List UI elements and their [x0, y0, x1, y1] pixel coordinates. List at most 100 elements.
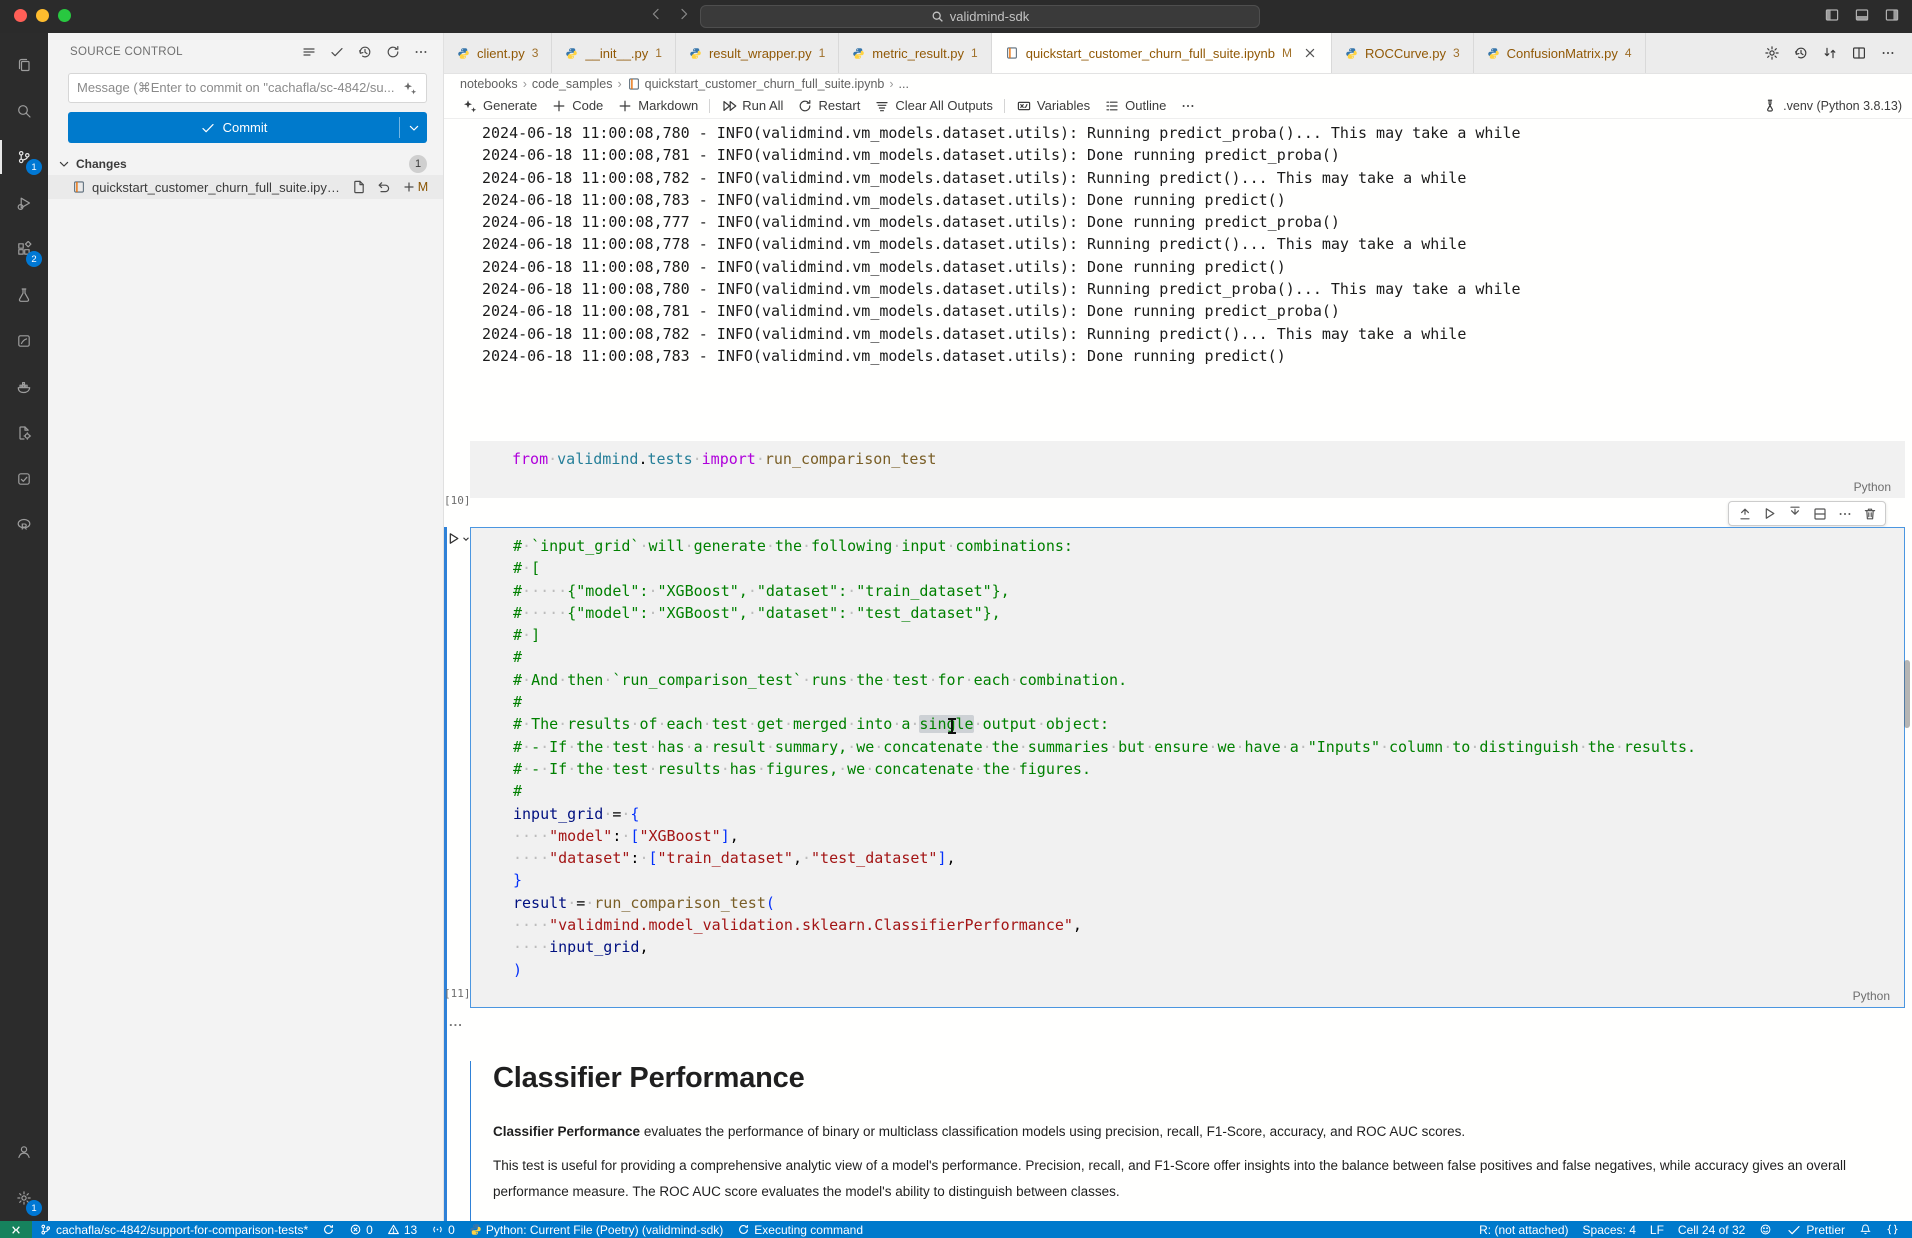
breadcrumb-item[interactable]: ...	[899, 77, 909, 91]
tab-metric_result.py[interactable]: metric_result.py1	[839, 33, 991, 73]
toolbar-code[interactable]: Code	[544, 98, 610, 114]
activity-files-icon[interactable]	[0, 42, 48, 88]
cell-language-label[interactable]: Python	[1854, 480, 1891, 494]
cell-language-label[interactable]: Python	[1853, 989, 1890, 1003]
status-check-icon[interactable]: Prettier	[1779, 1221, 1852, 1238]
run-below-icon[interactable]	[1784, 503, 1805, 524]
collapsed-range-indicator[interactable]: ...	[449, 1014, 463, 1029]
status-broadcast-icon[interactable]: 0	[424, 1221, 462, 1238]
status-r-not-attached-[interactable]: R: (not attached)	[1472, 1221, 1575, 1238]
toolbar-restart[interactable]: Restart	[790, 98, 867, 114]
panel-bottom-icon[interactable]	[1854, 7, 1870, 23]
status-spaces-4[interactable]: Spaces: 4	[1576, 1221, 1643, 1238]
panel-right-icon[interactable]	[1884, 7, 1900, 23]
toolbar-variables[interactable]: Variables	[1009, 98, 1097, 114]
commit-message-input[interactable]: Message (⌘Enter to commit on "cachafla/s…	[68, 73, 427, 103]
check-icon[interactable]	[329, 44, 345, 60]
toolbar-markdown[interactable]: Markdown	[610, 98, 705, 114]
more-icon[interactable]	[1880, 45, 1896, 61]
status-smiley-icon[interactable]	[1752, 1221, 1779, 1238]
log-line: 2024-06-18 11:00:08,780 - INFO(validmind…	[482, 122, 1521, 144]
commit-dropdown-button[interactable]	[400, 112, 427, 143]
breadcrumb-item[interactable]: quickstart_customer_churn_full_suite.ipy…	[627, 77, 885, 91]
toolbar-more[interactable]	[1173, 98, 1203, 114]
generate-commit-message-icon[interactable]	[402, 80, 418, 96]
discard-changes-icon[interactable]	[376, 179, 392, 195]
activity-extension-box-icon[interactable]	[0, 456, 48, 502]
maximize-window-button[interactable]	[58, 9, 71, 22]
file-gear-icon	[16, 425, 32, 441]
breadcrumb-item[interactable]: notebooks	[460, 77, 518, 91]
tab-quickstart_customer_churn_full_suite.ipynb[interactable]: quickstart_customer_churn_full_suite.ipy…	[992, 33, 1332, 73]
activity-file-gear-icon[interactable]	[0, 410, 48, 456]
tab-ROCCurve.py[interactable]: ROCCurve.py3	[1332, 33, 1474, 73]
toolbar-clear-all-outputs[interactable]: Clear All Outputs	[867, 98, 1000, 114]
toolbar-generate[interactable]: Generate	[455, 98, 544, 114]
status-error-icon[interactable]: 0	[342, 1221, 380, 1238]
command-center-search[interactable]: validmind-sdk	[700, 5, 1260, 28]
log-line: 2024-06-18 11:00:08,782 - INFO(validmind…	[482, 323, 1521, 345]
status-cell-24-of-32[interactable]: Cell 24 of 32	[1671, 1221, 1752, 1238]
more-icon[interactable]	[1834, 503, 1855, 524]
stage-changes-icon[interactable]	[401, 179, 417, 195]
markdown-cell[interactable]: Classifier Performance Classifier Perfor…	[470, 1061, 1905, 1221]
commit-button[interactable]: Commit	[68, 112, 427, 143]
breadcrumb-item[interactable]: code_samples	[532, 77, 613, 91]
panel-left-icon[interactable]	[1824, 7, 1840, 23]
run-above-icon[interactable]	[1734, 503, 1755, 524]
history-back-button[interactable]	[648, 6, 664, 22]
compare-icon[interactable]	[1822, 45, 1838, 61]
activity-test-beaker-icon[interactable]	[0, 272, 48, 318]
history-icon[interactable]	[357, 44, 373, 60]
run-cell-icon[interactable]	[1759, 503, 1780, 524]
tab-badge: 1	[655, 46, 662, 60]
status-python-icon[interactable]: Python: Current File (Poetry) (validmind…	[462, 1221, 730, 1238]
code-cell-10[interactable]: from·validmind.tests·import·run_comparis…	[470, 441, 1905, 498]
settings-gear-icon[interactable]	[1764, 45, 1780, 61]
split-editor-icon[interactable]	[1851, 45, 1867, 61]
activity-search-icon[interactable]	[0, 88, 48, 134]
tab-client.py[interactable]: client.py3	[444, 33, 552, 73]
status-warning-icon[interactable]: 13	[380, 1221, 424, 1238]
split-cell-icon[interactable]	[1809, 503, 1830, 524]
status-bell-icon[interactable]	[1852, 1221, 1879, 1238]
history-forward-button[interactable]	[676, 6, 692, 22]
open-file-icon[interactable]	[351, 179, 367, 195]
activity-source-control-icon[interactable]: 1	[0, 134, 48, 180]
editor-scrollbar[interactable]	[1904, 660, 1910, 728]
run-cell-button[interactable]	[446, 531, 471, 546]
status-remote-icon[interactable]	[0, 1221, 32, 1238]
delete-icon[interactable]	[1859, 503, 1880, 524]
plus-icon	[551, 98, 567, 114]
tab-result_wrapper.py[interactable]: result_wrapper.py1	[676, 33, 839, 73]
tab-__init__.py[interactable]: __init__.py1	[552, 33, 676, 73]
status-sync-icon[interactable]	[315, 1221, 342, 1238]
code-cell-11[interactable]: #·`input_grid`·will·generate·the·followi…	[470, 527, 1905, 1008]
history-icon[interactable]	[1793, 45, 1809, 61]
activity-notebook-box-icon[interactable]	[0, 318, 48, 364]
status-lf[interactable]: LF	[1643, 1221, 1671, 1238]
activity-account-icon[interactable]	[0, 1129, 48, 1175]
status-branch-icon[interactable]: cachafla/sc-4842/support-for-comparison-…	[32, 1221, 315, 1238]
activity-settings-gear-icon[interactable]: 1	[0, 1175, 48, 1221]
status-sync-spin-icon[interactable]: Executing command	[730, 1221, 870, 1238]
tab-ConfusionMatrix.py[interactable]: ConfusionMatrix.py4	[1474, 33, 1646, 73]
toolbar-run-all[interactable]: Run All	[714, 98, 790, 114]
view-list-icon[interactable]	[301, 44, 317, 60]
activity-run-debug-icon[interactable]	[0, 180, 48, 226]
toolbar-outline[interactable]: Outline	[1097, 98, 1173, 114]
log-line: 2024-06-18 11:00:08,781 - INFO(validmind…	[482, 144, 1521, 166]
changes-section-header[interactable]: Changes 1	[48, 152, 443, 175]
activity-extensions-icon[interactable]: 2	[0, 226, 48, 272]
activity-r-language-icon[interactable]: R	[0, 502, 48, 548]
refresh-icon[interactable]	[385, 44, 401, 60]
changed-file-row[interactable]: quickstart_customer_churn_full_suite.ipy…	[48, 175, 443, 199]
status-braces-icon[interactable]	[1879, 1221, 1906, 1238]
tab-bar-actions	[1764, 33, 1912, 73]
close-icon[interactable]	[1302, 45, 1318, 61]
activity-docker-icon[interactable]	[0, 364, 48, 410]
kernel-picker[interactable]: .venv (Python 3.8.13)	[1762, 98, 1912, 114]
more-icon[interactable]	[413, 44, 429, 60]
close-window-button[interactable]	[14, 9, 27, 22]
minimize-window-button[interactable]	[36, 9, 49, 22]
